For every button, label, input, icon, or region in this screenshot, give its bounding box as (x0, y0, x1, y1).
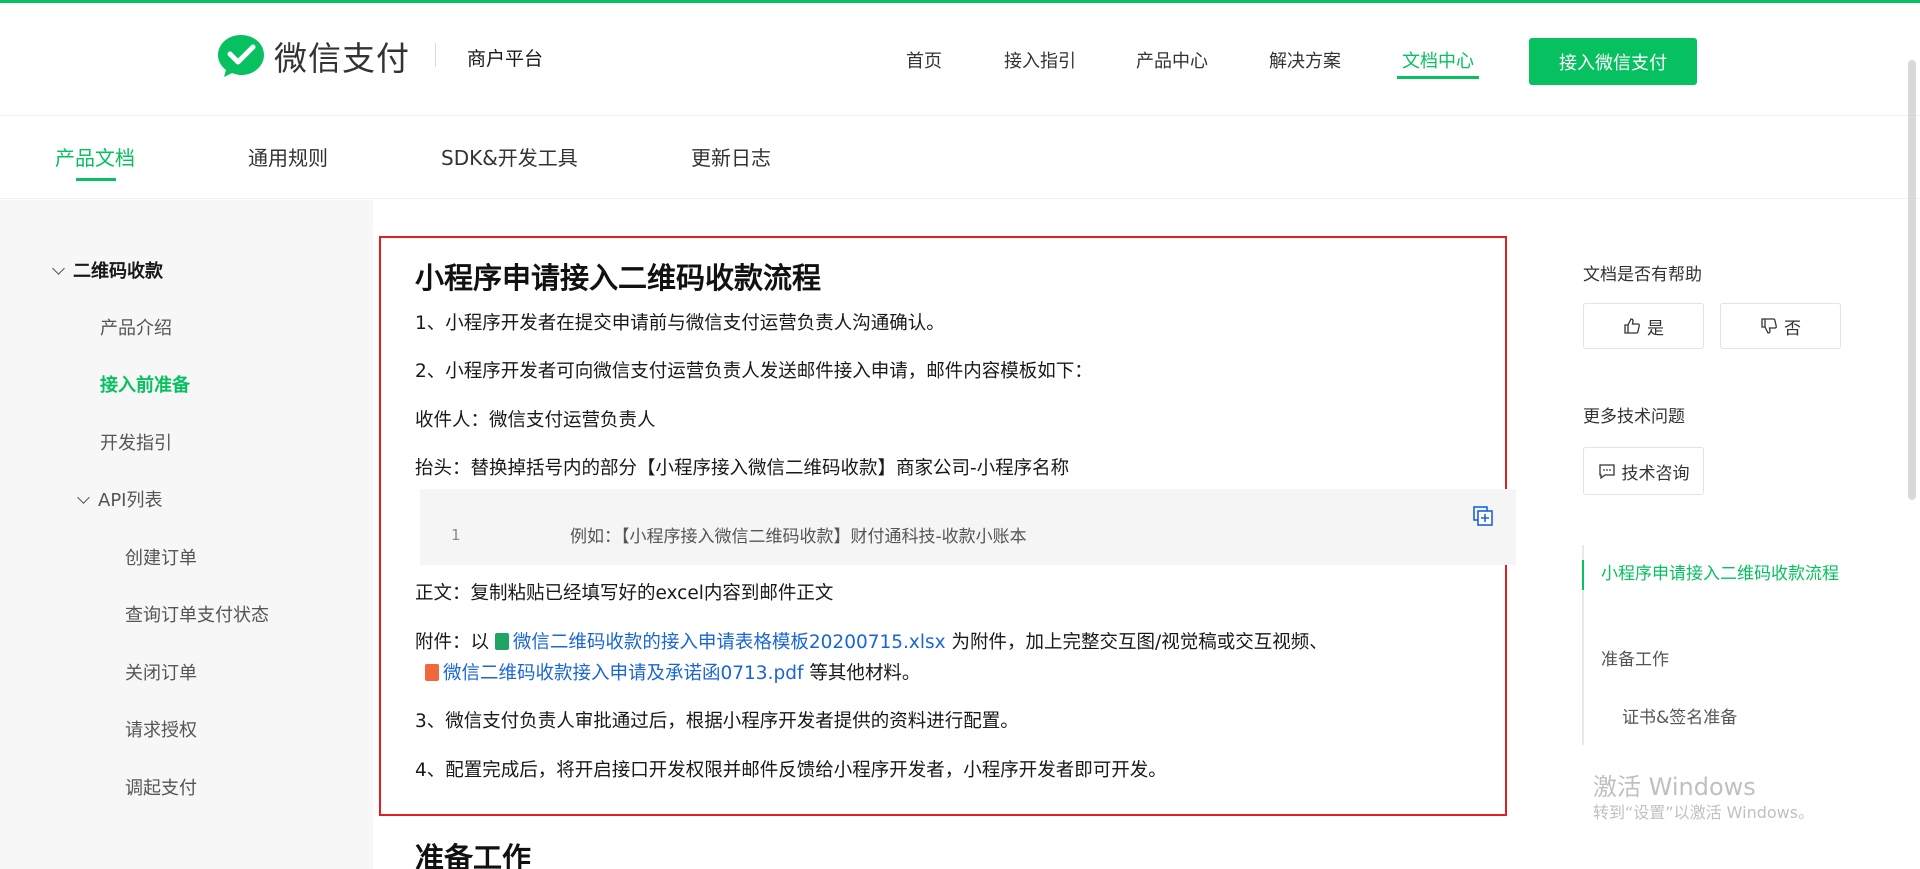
logo-text: 微信支付 (274, 39, 410, 78)
page-scrollbar[interactable] (1908, 60, 1916, 500)
more-questions-label: 更多技术问题 (1583, 407, 1685, 427)
sidebar-item-create-order[interactable]: 创建订单 (125, 544, 197, 570)
thumbs-down-icon (1761, 318, 1777, 334)
attachment-line-1: 附件：以 微信二维码收款的接入申请表格模板20200715.xlsx 为附件，加… (415, 632, 1328, 653)
platform-name: 商户平台 (467, 48, 544, 70)
sidebar-item-invoke-payment[interactable]: 调起支付 (125, 774, 197, 800)
toc-item-cert-signature[interactable]: 证书&签名准备 (1622, 703, 1737, 728)
sidebar-item-close-order[interactable]: 关闭订单 (125, 659, 197, 685)
attachment-line-2: 微信二维码收款接入申请及承诺函0713.pdf 等其他材料。 (425, 659, 920, 685)
wechat-pay-logo[interactable]: 微信支付 (216, 32, 410, 80)
tab-general-rules[interactable]: 通用规则 (248, 142, 328, 171)
sidebar-item-request-auth[interactable]: 请求授权 (125, 716, 197, 742)
excel-file-icon (494, 633, 509, 650)
copy-icon[interactable] (1472, 505, 1494, 527)
toc-active-indicator (1582, 560, 1584, 590)
windows-activation-hint: 转到“设置”以激活 Windows。 (1593, 803, 1815, 822)
step-2-text: 2、小程序开发者可向微信支付运营负责人发送邮件接入申请，邮件内容模板如下： (415, 361, 1093, 382)
subject-text: 抬头：替换掉括号内的部分【小程序接入微信二维码收款】商家公司-小程序名称 (415, 458, 1070, 479)
attachment-pdf-link[interactable]: 微信二维码收款接入申请及承诺函0713.pdf (425, 663, 803, 684)
recipient-text: 收件人：微信支付运营负责人 (415, 410, 656, 431)
sidebar-group-qrcode[interactable]: 二维码收款 (52, 257, 163, 283)
tech-consult-button[interactable]: 技术咨询 (1583, 447, 1704, 495)
doc-title: 小程序申请接入二维码收款流程 (415, 261, 822, 295)
section-title-preparation: 准备工作 (415, 841, 532, 869)
nav-product-center[interactable]: 产品中心 (1136, 47, 1208, 73)
left-sidebar: 二维码收款 产品介绍 接入前准备 开发指引 API列表 创建订单 查询订单支付状… (0, 200, 373, 869)
windows-activation-watermark: 激活 Windows (1593, 773, 1756, 801)
nav-active-underline (1397, 76, 1479, 79)
chat-icon (1598, 464, 1615, 480)
subtab-active-underline (76, 178, 116, 181)
tab-changelog[interactable]: 更新日志 (691, 142, 771, 171)
sidebar-item-dev-guide[interactable]: 开发指引 (100, 429, 172, 455)
sidebar-item-preparation[interactable]: 接入前准备 (100, 371, 190, 397)
integrate-wechat-pay-button[interactable]: 接入微信支付 (1529, 38, 1697, 85)
nav-home[interactable]: 首页 (906, 47, 942, 73)
step-3-text: 3、微信支付负责人审批通过后，根据小程序开发者提供的资料进行配置。 (415, 711, 1019, 732)
thumbs-up-icon (1624, 318, 1640, 334)
sidebar-item-product-intro[interactable]: 产品介绍 (100, 314, 172, 340)
nav-solutions[interactable]: 解决方案 (1269, 47, 1341, 73)
code-block: 1 例如：【小程序接入微信二维码收款】财付通科技-收款小账本 (420, 489, 1516, 565)
chevron-down-icon (77, 491, 90, 504)
step-1-text: 1、小程序开发者在提交申请前与微信支付运营负责人沟通确认。 (415, 313, 945, 334)
sidebar-group-api-list[interactable]: API列表 (77, 486, 162, 512)
doc-subnav: 产品文档 通用规则 SDK&开发工具 更新日志 (0, 117, 1920, 199)
site-header: 微信支付 商户平台 首页 接入指引 产品中心 解决方案 文档中心 接入微信支付 (0, 3, 1920, 116)
helpful-no-button[interactable]: 否 (1720, 303, 1841, 349)
logo-divider (435, 43, 436, 67)
pdf-file-icon (425, 664, 439, 681)
toc-item-apply-flow[interactable]: 小程序申请接入二维码收款流程 (1601, 561, 1846, 587)
code-line-number: 1 (451, 526, 461, 544)
toc-item-preparation[interactable]: 准备工作 (1601, 645, 1669, 670)
tab-sdk-tools[interactable]: SDK&开发工具 (441, 142, 578, 171)
nav-integration-guide[interactable]: 接入指引 (1004, 47, 1076, 73)
body-text: 正文：复制粘贴已经填写好的excel内容到邮件正文 (415, 583, 834, 604)
step-4-text: 4、配置完成后，将开启接口开发权限并邮件反馈给小程序开发者，小程序开发者即可开发… (415, 760, 1167, 781)
helpful-label: 文档是否有帮助 (1583, 265, 1702, 285)
tab-product-docs[interactable]: 产品文档 (55, 142, 135, 171)
helpful-yes-button[interactable]: 是 (1583, 303, 1704, 349)
code-line-text: 例如：【小程序接入微信二维码收款】财付通科技-收款小账本 (570, 527, 1027, 547)
sidebar-item-query-order[interactable]: 查询订单支付状态 (125, 601, 269, 627)
attachment-xlsx-link[interactable]: 微信二维码收款的接入申请表格模板20200715.xlsx (494, 632, 946, 653)
wechat-pay-logo-icon (218, 35, 264, 77)
nav-doc-center[interactable]: 文档中心 (1402, 47, 1474, 73)
chevron-down-icon (52, 262, 65, 275)
